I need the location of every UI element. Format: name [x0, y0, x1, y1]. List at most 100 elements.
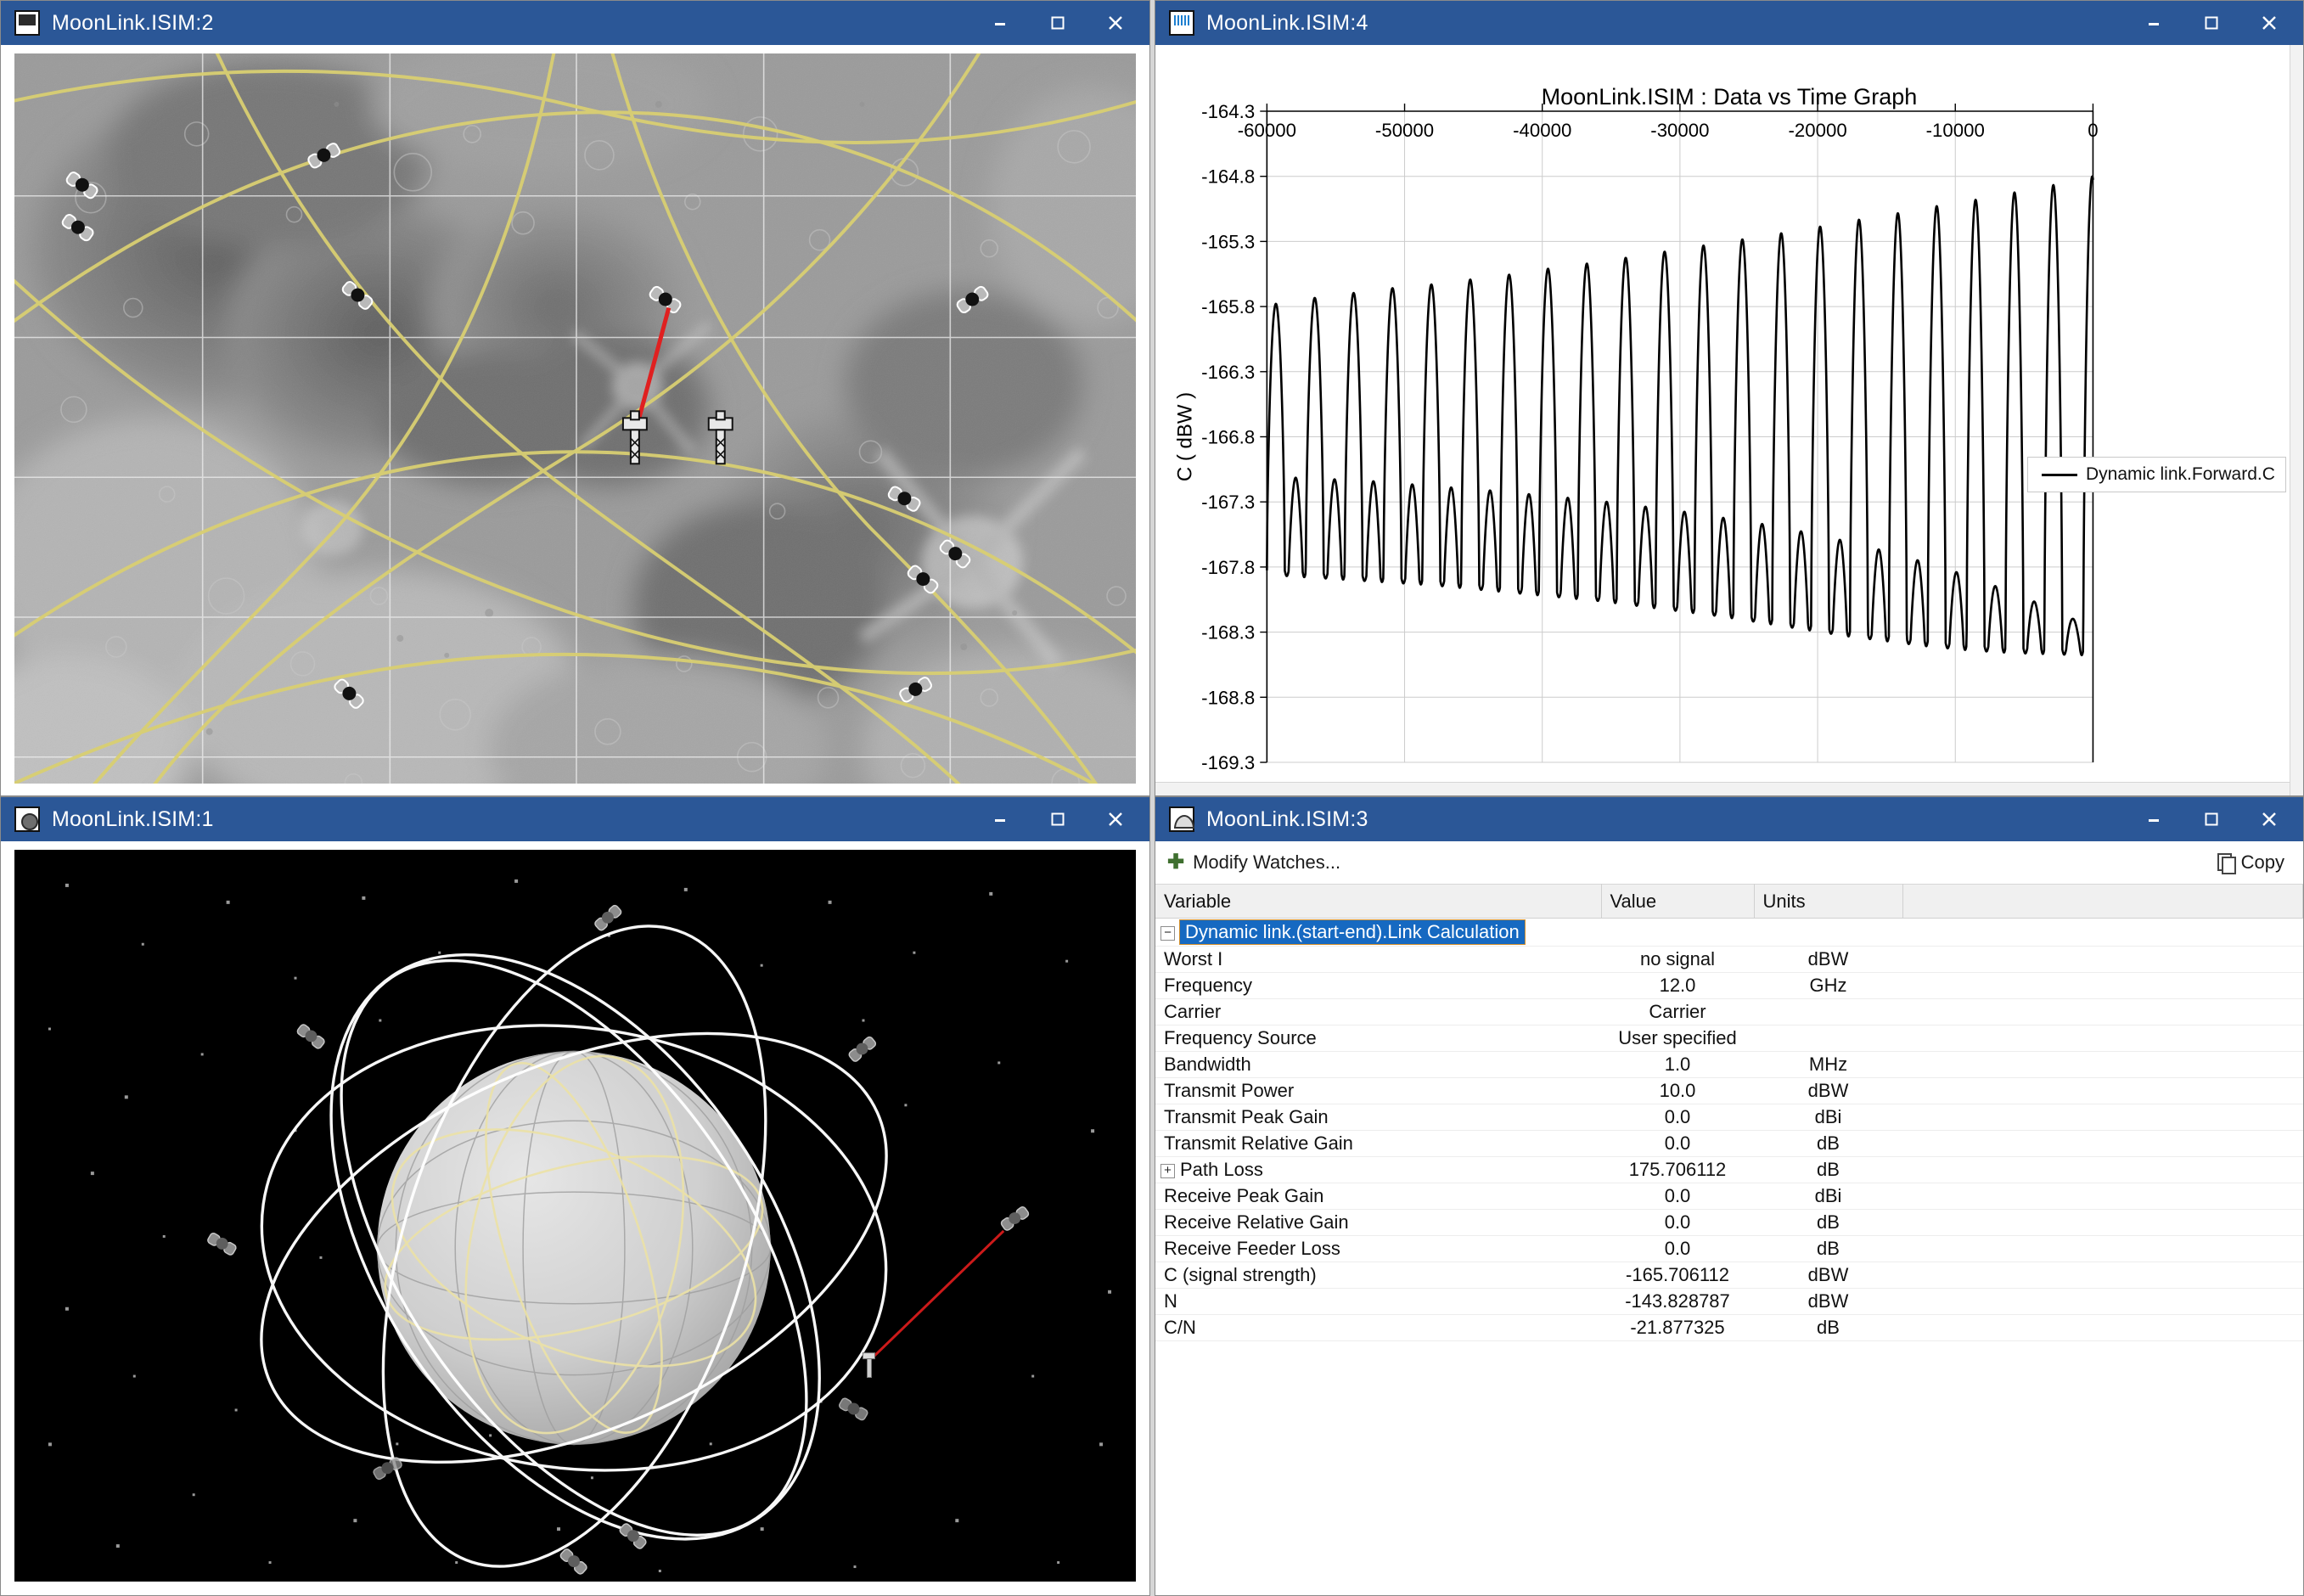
- x-tick-label: -30000: [1650, 120, 1709, 141]
- chart-window-icon: [1169, 10, 1194, 36]
- minimize-button-globe[interactable]: [971, 797, 1029, 841]
- watch-toolbar: ✚ Modify Watches... Copy: [1155, 841, 2303, 884]
- table-row[interactable]: Receive Peak Gain0.0dBi: [1155, 1183, 2303, 1210]
- table-row[interactable]: −Dynamic link.(start-end).Link Calculati…: [1155, 919, 2303, 947]
- cell-units: dBi: [1754, 1183, 1902, 1210]
- expand-icon[interactable]: +: [1160, 1164, 1175, 1178]
- x-tick-label: -50000: [1375, 120, 1434, 141]
- cell-padding: [1902, 1236, 2303, 1262]
- table-row[interactable]: Worst Ino signaldBW: [1155, 947, 2303, 973]
- window-moonlink-isim-4[interactable]: MoonLink.ISIM:4 MoonLink.ISIM : Data vs …: [1155, 0, 2304, 796]
- maximize-button-watch[interactable]: [2183, 797, 2240, 841]
- lunar-map-canvas[interactable]: [14, 53, 1136, 784]
- minimize-button-map[interactable]: [971, 1, 1029, 45]
- cell-units: [1754, 999, 1902, 1026]
- table-row[interactable]: Transmit Peak Gain0.0dBi: [1155, 1104, 2303, 1131]
- cell-value: 12.0: [1601, 973, 1754, 999]
- variable-label: C/N: [1164, 1317, 1196, 1338]
- variable-label: Worst I: [1164, 948, 1222, 969]
- cell-variable: C (signal strength): [1155, 1262, 1601, 1289]
- chart-area[interactable]: MoonLink.ISIM : Data vs Time Graph -164.…: [1155, 45, 2303, 795]
- column-header-units[interactable]: Units: [1754, 885, 1902, 919]
- table-row[interactable]: Transmit Relative Gain0.0dB: [1155, 1131, 2303, 1157]
- maximize-button-chart[interactable]: [2183, 1, 2240, 45]
- cell-padding: [1902, 1078, 2303, 1104]
- maximize-button-map[interactable]: [1029, 1, 1087, 45]
- chart-legend[interactable]: Dynamic link.Forward.C: [2027, 457, 2286, 492]
- y-axis-title: C ( dBW ): [1173, 392, 1196, 481]
- x-tick-label: -10000: [1926, 120, 1985, 141]
- table-row[interactable]: Receive Feeder Loss0.0dB: [1155, 1236, 2303, 1262]
- table-row[interactable]: Transmit Power10.0dBW: [1155, 1078, 2303, 1104]
- minimize-button-chart[interactable]: [2125, 1, 2183, 45]
- variable-label: Frequency Source: [1164, 1027, 1317, 1048]
- table-row[interactable]: Receive Relative Gain0.0dB: [1155, 1210, 2303, 1236]
- close-button-chart[interactable]: [2240, 1, 2298, 45]
- variable-label: Receive Relative Gain: [1164, 1211, 1349, 1233]
- cell-units: dBW: [1754, 1262, 1902, 1289]
- cell-value: 175.706112: [1601, 1157, 1754, 1183]
- maximize-button-globe[interactable]: [1029, 797, 1087, 841]
- plus-icon: ✚: [1167, 852, 1184, 873]
- column-header-blank[interactable]: [1902, 885, 2303, 919]
- cell-variable: Receive Relative Gain: [1155, 1210, 1601, 1236]
- variable-label: Path Loss: [1180, 1159, 1263, 1180]
- cell-units: [1754, 919, 1902, 947]
- variable-label: Dynamic link.(start-end).Link Calculatio…: [1180, 920, 1525, 944]
- close-button-globe[interactable]: [1087, 797, 1144, 841]
- cell-padding: [1902, 1052, 2303, 1078]
- variable-label: C (signal strength): [1164, 1264, 1317, 1285]
- titlebar-watch[interactable]: MoonLink.ISIM:3: [1155, 797, 2303, 841]
- table-row[interactable]: Frequency SourceUser specified: [1155, 1026, 2303, 1052]
- cell-padding: [1902, 919, 2303, 947]
- cell-units: dB: [1754, 1315, 1902, 1341]
- column-header-value[interactable]: Value: [1601, 885, 1754, 919]
- titlebar-globe[interactable]: MoonLink.ISIM:1: [1, 797, 1149, 841]
- window-controls-map: [971, 1, 1144, 45]
- table-row[interactable]: C/N-21.877325dB: [1155, 1315, 2303, 1341]
- cell-padding: [1902, 1289, 2303, 1315]
- table-row[interactable]: Bandwidth1.0MHz: [1155, 1052, 2303, 1078]
- cell-value: [1601, 919, 1754, 947]
- variable-label: Frequency: [1164, 975, 1252, 996]
- window-title-chart: MoonLink.ISIM:4: [1206, 11, 1368, 36]
- variable-label: Transmit Peak Gain: [1164, 1106, 1329, 1127]
- cell-value: 1.0: [1601, 1052, 1754, 1078]
- watch-header-row: Variable Value Units: [1155, 885, 2303, 919]
- modify-watches-button[interactable]: ✚ Modify Watches...: [1167, 851, 1340, 874]
- titlebar-chart[interactable]: MoonLink.ISIM:4: [1155, 1, 2303, 45]
- cell-value: 0.0: [1601, 1183, 1754, 1210]
- column-header-variable[interactable]: Variable: [1155, 885, 1601, 919]
- table-row[interactable]: Frequency12.0GHz: [1155, 973, 2303, 999]
- watch-table: Variable Value Units −Dynamic link.(star…: [1155, 884, 2303, 1341]
- table-row[interactable]: +Path Loss175.706112dB: [1155, 1157, 2303, 1183]
- cell-units: [1754, 1026, 1902, 1052]
- table-row[interactable]: C (signal strength)-165.706112dBW: [1155, 1262, 2303, 1289]
- y-tick-label: -165.3: [1201, 232, 1255, 253]
- variable-label: Transmit Power: [1164, 1080, 1294, 1101]
- table-row[interactable]: N-143.828787dBW: [1155, 1289, 2303, 1315]
- cell-variable: N: [1155, 1289, 1601, 1315]
- titlebar-map[interactable]: MoonLink.ISIM:2: [1, 1, 1149, 45]
- data-vs-time-plot[interactable]: -164.3-164.8-165.3-165.8-166.3-166.8-167…: [1155, 45, 2303, 792]
- window-moonlink-isim-3[interactable]: MoonLink.ISIM:3 ✚ Modify Watches...: [1155, 796, 2304, 1596]
- 3d-space-canvas[interactable]: [14, 850, 1136, 1582]
- map-window-body: [1, 45, 1149, 795]
- watch-table-scroll[interactable]: Variable Value Units −Dynamic link.(star…: [1155, 884, 2303, 1595]
- variable-label: Transmit Relative Gain: [1164, 1132, 1353, 1154]
- copy-button[interactable]: Copy: [2217, 851, 2284, 874]
- chart-vertical-scrollbar[interactable]: [2290, 45, 2303, 795]
- close-button-watch[interactable]: [2240, 797, 2298, 841]
- minimize-button-watch[interactable]: [2125, 797, 2183, 841]
- cell-variable: Carrier: [1155, 999, 1601, 1026]
- window-moonlink-isim-2[interactable]: MoonLink.ISIM:2: [0, 0, 1150, 796]
- cell-padding: [1902, 1157, 2303, 1183]
- close-button-map[interactable]: [1087, 1, 1144, 45]
- collapse-icon[interactable]: −: [1160, 926, 1175, 941]
- window-moonlink-isim-1[interactable]: MoonLink.ISIM:1: [0, 796, 1150, 1596]
- x-tick-label: -40000: [1513, 120, 1571, 141]
- table-row[interactable]: CarrierCarrier: [1155, 999, 2303, 1026]
- chart-horizontal-scrollbar[interactable]: [1155, 782, 2290, 795]
- map-window-icon: [14, 10, 40, 36]
- cell-variable: Frequency Source: [1155, 1026, 1601, 1052]
